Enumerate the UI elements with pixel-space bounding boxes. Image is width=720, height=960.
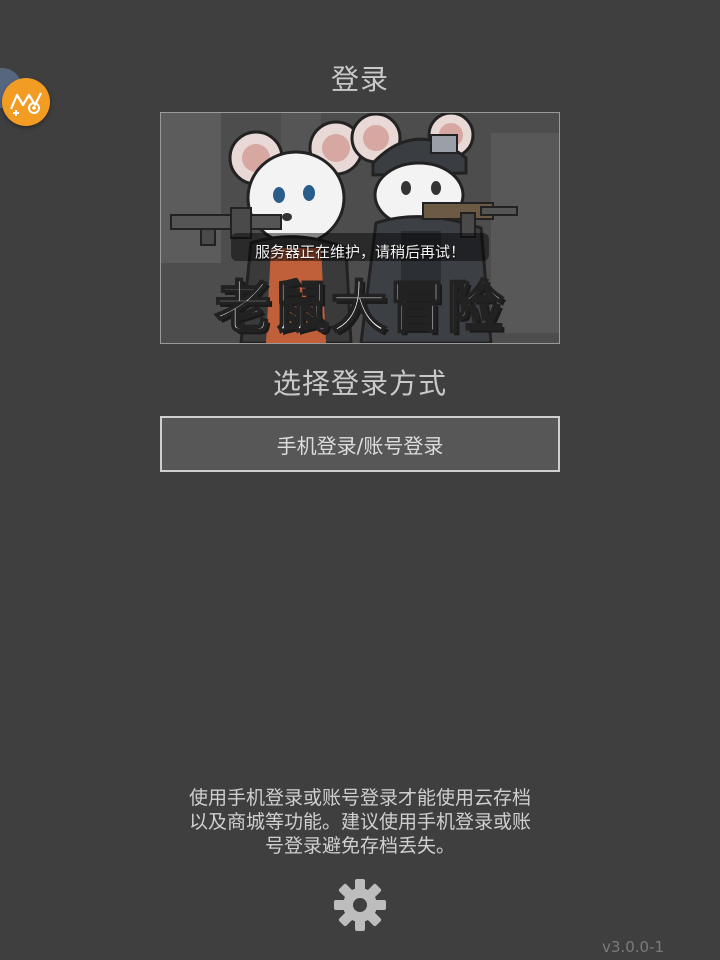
login-method-heading: 选择登录方式 — [272, 367, 447, 400]
game-logo: 老鼠大冒险 — [214, 275, 505, 342]
version-label: v3.0.0-1 — [602, 938, 664, 956]
phone-account-login-button[interactable]: 手机登录/账号登录 — [160, 416, 560, 472]
settings-gear-icon[interactable] — [333, 878, 387, 932]
game-banner: 服务器正在维护，请稍后再试！ 老鼠大冒险 — [160, 112, 560, 344]
login-button-label: 手机登录/账号登录 — [276, 433, 444, 458]
maintenance-notice: 服务器正在维护，请稍后再试！ — [254, 243, 465, 261]
login-info-text: 使用手机登录或账号登录才能使用云存档 以及商城等功能。建议使用手机登录或账 号登… — [188, 787, 531, 857]
page-title: 登录 — [330, 63, 389, 96]
